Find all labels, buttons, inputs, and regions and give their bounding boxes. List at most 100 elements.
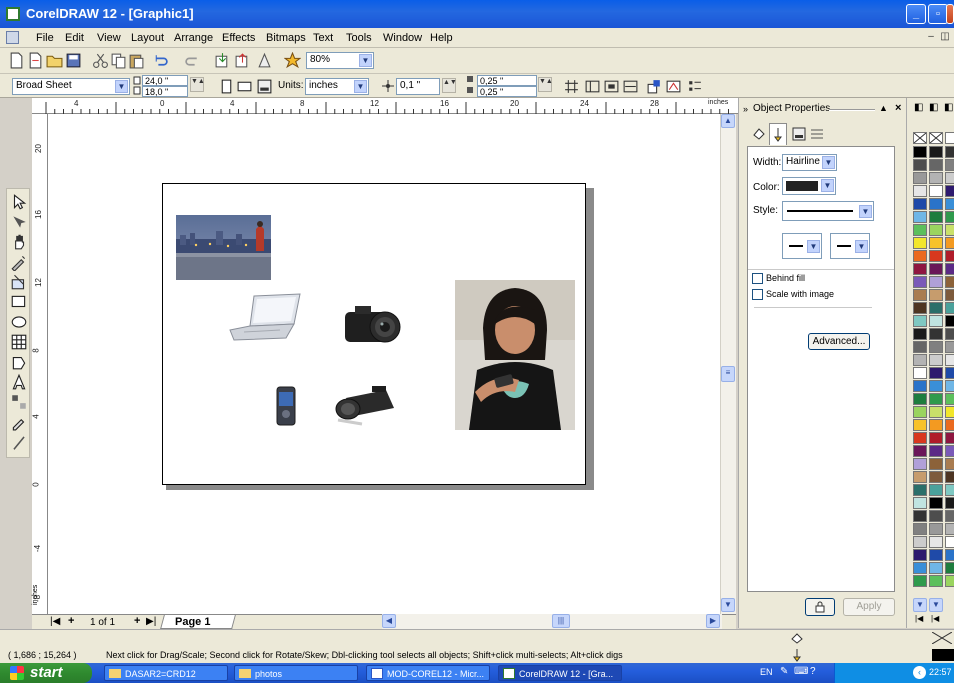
- end-arrowhead-dropdown-icon[interactable]: ▼: [855, 240, 868, 253]
- color-swatch[interactable]: [913, 393, 927, 405]
- rectangle-tool-icon[interactable]: [10, 293, 28, 311]
- text-tool-icon[interactable]: [10, 373, 28, 391]
- color-swatch[interactable]: [929, 315, 943, 327]
- color-swatch[interactable]: [929, 354, 943, 366]
- color-swatch[interactable]: [945, 497, 954, 509]
- duplicate-y-field[interactable]: 0,25 ": [477, 86, 537, 97]
- color-swatch[interactable]: [929, 146, 943, 158]
- color-swatch[interactable]: [913, 445, 927, 457]
- color-swatch[interactable]: [945, 536, 954, 548]
- nudge-spin-icon[interactable]: ▲▼: [442, 78, 457, 93]
- city-rooftop-photo[interactable]: [176, 215, 271, 280]
- outline-tab[interactable]: [769, 123, 787, 145]
- color-swatch[interactable]: [945, 458, 954, 470]
- color-swatch[interactable]: [945, 224, 954, 236]
- paste-icon[interactable]: [128, 52, 145, 69]
- zoom-dropdown-icon[interactable]: ▼: [359, 54, 372, 67]
- color-swatch[interactable]: [929, 198, 943, 210]
- color-swatch[interactable]: [945, 289, 954, 301]
- taskbar-item-word[interactable]: MOD-COREL12 - Micr...: [366, 665, 490, 681]
- pan-tool-icon[interactable]: [10, 233, 28, 251]
- color-swatch[interactable]: [913, 302, 927, 314]
- color-swatch[interactable]: [929, 263, 943, 275]
- last-page-icon[interactable]: ▶|: [146, 616, 156, 627]
- treat-as-filled-icon[interactable]: [646, 78, 663, 95]
- color-swatch[interactable]: [945, 484, 954, 496]
- cut-icon[interactable]: [92, 52, 109, 69]
- color-swatch[interactable]: [929, 549, 943, 561]
- scroll-thumb[interactable]: ≡: [721, 366, 735, 382]
- color-swatch[interactable]: [929, 250, 943, 262]
- outline-width-dropdown-icon[interactable]: ▼: [822, 156, 835, 169]
- add-page-after-icon[interactable]: +: [134, 615, 140, 627]
- color-swatch[interactable]: [913, 406, 927, 418]
- color-swatch[interactable]: [945, 237, 954, 249]
- page-size-spin-icon[interactable]: ▼▲: [190, 77, 205, 92]
- menu-view[interactable]: View: [97, 32, 121, 44]
- color-swatch[interactable]: [913, 419, 927, 431]
- minimize-button[interactable]: _: [906, 4, 926, 24]
- start-button[interactable]: start: [0, 663, 92, 683]
- docker-collapse-icon[interactable]: ▲: [879, 103, 888, 113]
- new-from-template-icon[interactable]: [27, 52, 44, 69]
- lock-button[interactable]: [805, 598, 835, 616]
- color-swatch[interactable]: [913, 536, 927, 548]
- document-icon[interactable]: [6, 31, 19, 44]
- snap-to-grid-icon[interactable]: [563, 78, 580, 95]
- page-width-field[interactable]: 24,0 ": [142, 75, 188, 86]
- all-pages-icon[interactable]: [256, 78, 273, 95]
- color-swatch[interactable]: [945, 562, 954, 574]
- color-swatch[interactable]: [913, 341, 927, 353]
- color-swatch[interactable]: [945, 315, 954, 327]
- color-swatch[interactable]: [913, 471, 927, 483]
- snap-to-guidelines-icon[interactable]: [584, 78, 601, 95]
- color-swatch[interactable]: [913, 263, 927, 275]
- start-arrowhead-dropdown-icon[interactable]: ▼: [807, 240, 820, 253]
- scroll-right-icon[interactable]: ▶: [706, 614, 720, 628]
- internet-tab-icon[interactable]: [809, 126, 825, 142]
- color-swatch[interactable]: [929, 224, 943, 236]
- vertical-scrollbar[interactable]: ▲ ≡ ▼: [720, 114, 736, 614]
- color-swatch[interactable]: [913, 276, 927, 288]
- basic-shapes-tool-icon[interactable]: [10, 353, 28, 371]
- hscroll-thumb[interactable]: |||: [552, 614, 570, 628]
- color-swatch[interactable]: [945, 328, 954, 340]
- outline-width-combo[interactable]: Hairline ▼: [782, 154, 837, 171]
- coreldraw-app-icon[interactable]: [6, 7, 20, 21]
- portrait-icon[interactable]: [218, 78, 235, 95]
- color-swatch[interactable]: [913, 224, 927, 236]
- color-swatch[interactable]: [929, 497, 943, 509]
- color-swatch[interactable]: [945, 198, 954, 210]
- taskbar-item-folder[interactable]: photos: [234, 665, 358, 681]
- color-swatch[interactable]: [929, 380, 943, 392]
- import-icon[interactable]: [214, 52, 231, 69]
- color-swatch[interactable]: [913, 562, 927, 574]
- paper-type-combo[interactable]: Broad Sheet ▼: [12, 78, 130, 95]
- camcorder-image[interactable]: [332, 380, 402, 426]
- menu-file[interactable]: File: [36, 32, 54, 44]
- scale-with-image-checkbox[interactable]: [752, 289, 763, 300]
- no-color-swatch[interactable]: [945, 132, 954, 144]
- color-swatch[interactable]: [929, 484, 943, 496]
- outline-style-combo[interactable]: ▼: [782, 201, 874, 221]
- nudge-offset-field[interactable]: 0,1 ": [396, 78, 440, 95]
- color-swatch[interactable]: [945, 406, 954, 418]
- color-swatch[interactable]: [929, 302, 943, 314]
- menu-window[interactable]: Window: [383, 32, 422, 44]
- menu-help[interactable]: Help: [430, 32, 453, 44]
- docker-close-icon[interactable]: ×: [895, 102, 901, 114]
- pen-icon[interactable]: ✎: [780, 666, 788, 677]
- outline-tool-icon[interactable]: [10, 433, 28, 451]
- color-swatch[interactable]: [929, 445, 943, 457]
- landscape-icon[interactable]: [236, 78, 253, 95]
- dslr-camera-image[interactable]: [341, 302, 406, 348]
- end-arrowhead-combo[interactable]: ▼: [830, 233, 870, 259]
- options-icon[interactable]: [686, 78, 703, 95]
- outline-style-dropdown-icon[interactable]: ▼: [859, 205, 872, 218]
- page-height-field[interactable]: 18,0 ": [142, 86, 188, 97]
- color-swatch[interactable]: [929, 510, 943, 522]
- color-swatch[interactable]: [945, 341, 954, 353]
- girl-portrait-photo[interactable]: [455, 280, 575, 430]
- open-icon[interactable]: [46, 52, 63, 69]
- color-swatch[interactable]: [945, 263, 954, 275]
